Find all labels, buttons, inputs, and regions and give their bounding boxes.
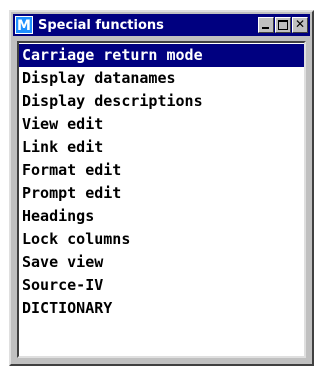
title-bar[interactable]: M Special functions ✕ — [13, 14, 310, 36]
list-item-format-edit[interactable]: Format edit — [19, 159, 304, 182]
window-title: Special functions — [38, 17, 164, 33]
app-m-icon[interactable]: M — [15, 16, 33, 34]
list-item-dictionary[interactable]: DICTIONARY — [19, 297, 304, 320]
list-item-prompt-edit[interactable]: Prompt edit — [19, 182, 304, 205]
special-functions-window: M Special functions ✕ Carriage return mo… — [9, 10, 314, 366]
list-item-view-edit[interactable]: View edit — [19, 113, 304, 136]
list-item-save-view[interactable]: Save view — [19, 251, 304, 274]
functions-list[interactable]: Carriage return mode Display datanames D… — [17, 41, 306, 358]
list-item-display-descriptions[interactable]: Display descriptions — [19, 90, 304, 113]
list-item-lock-columns[interactable]: Lock columns — [19, 228, 304, 251]
close-icon[interactable]: ✕ — [292, 17, 308, 33]
list-item-carriage-return-mode[interactable]: Carriage return mode — [19, 44, 304, 67]
list-item-link-edit[interactable]: Link edit — [19, 136, 304, 159]
list-item-display-datanames[interactable]: Display datanames — [19, 67, 304, 90]
maximize-icon[interactable] — [275, 17, 291, 33]
minimize-icon[interactable] — [258, 17, 274, 33]
list-item-source-iv[interactable]: Source-IV — [19, 274, 304, 297]
window-controls: ✕ — [257, 17, 308, 33]
list-item-headings[interactable]: Headings — [19, 205, 304, 228]
